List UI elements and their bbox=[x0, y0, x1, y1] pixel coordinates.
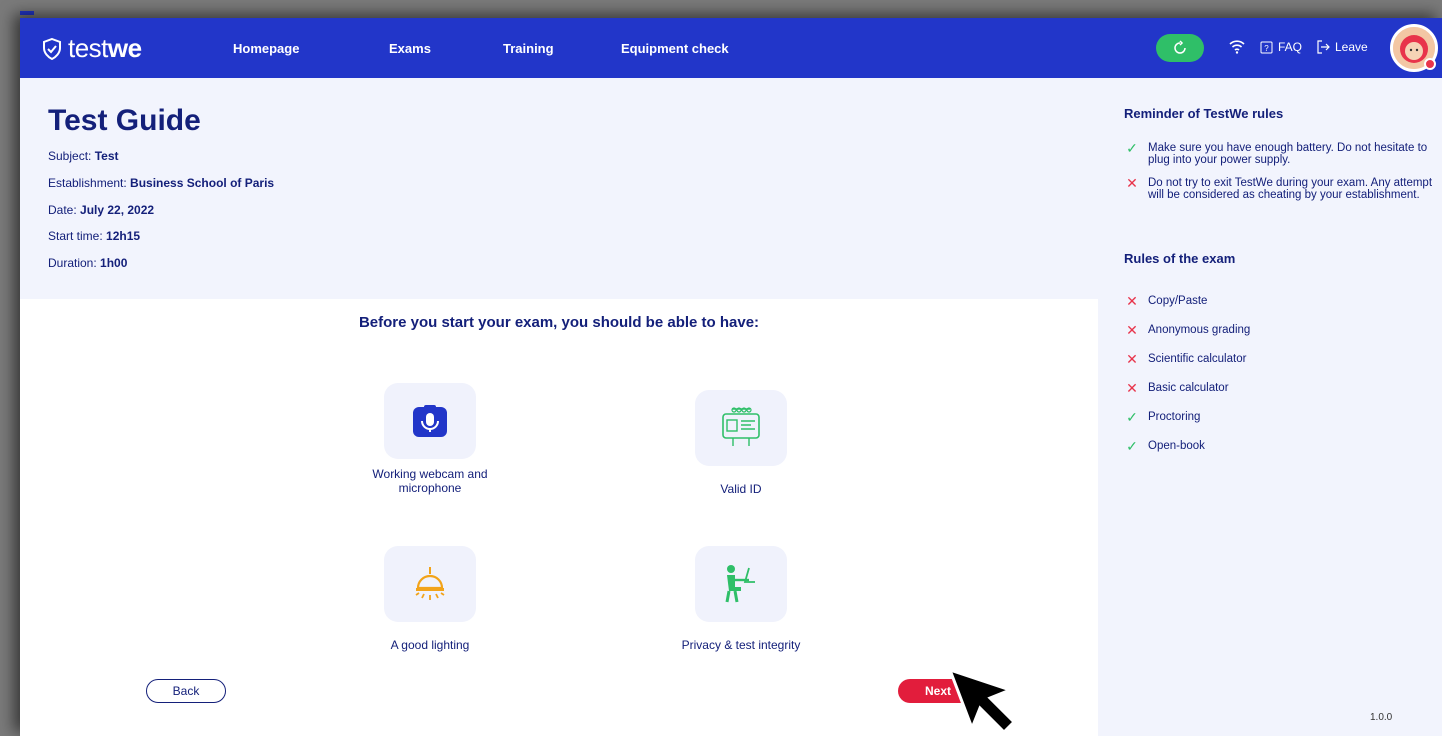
mouse-cursor-icon bbox=[948, 668, 1017, 735]
leave-label: Leave bbox=[1335, 40, 1368, 54]
rule-text: Proctoring bbox=[1148, 411, 1201, 423]
help-icon: ? bbox=[1260, 41, 1273, 53]
subject-value: Test bbox=[94, 149, 119, 163]
establishment-line: Establishment: Business School of Paris bbox=[48, 176, 274, 190]
leave-link[interactable]: Leave bbox=[1316, 40, 1368, 54]
rules-sidebar: Reminder of TestWe rules ✓ Make sure you… bbox=[1098, 78, 1442, 736]
app-window: testwe Homepage Exams Training Equipment… bbox=[20, 18, 1442, 736]
id-card-icon bbox=[695, 390, 787, 466]
top-navigation-bar: testwe Homepage Exams Training Equipment… bbox=[20, 18, 1442, 78]
duration-label: Duration: bbox=[48, 256, 101, 270]
check-icon: ✓ bbox=[1126, 438, 1138, 454]
avatar-status-dot bbox=[1424, 58, 1436, 70]
rule-item: ✓ Proctoring bbox=[1124, 409, 1436, 425]
app-version: 1.0.0 bbox=[1370, 712, 1393, 723]
rule-text: Basic calculator bbox=[1148, 382, 1229, 394]
requirement-lighting-label: A good lighting bbox=[390, 638, 470, 652]
establishment-value: Business School of Paris bbox=[130, 176, 275, 190]
date-line: Date: July 22, 2022 bbox=[48, 203, 154, 217]
reminder-text: Do not try to exit TestWe during your ex… bbox=[1148, 177, 1433, 201]
rule-text: Copy/Paste bbox=[1148, 295, 1208, 307]
reminder-item: ✕ Do not try to exit TestWe during your … bbox=[1124, 175, 1436, 201]
cross-icon: ✕ bbox=[1126, 322, 1138, 338]
rule-text: Open-book bbox=[1148, 440, 1205, 452]
page-title: Test Guide bbox=[48, 104, 201, 137]
check-icon: ✓ bbox=[1126, 140, 1138, 156]
duration-value: 1h00 bbox=[100, 256, 128, 270]
nav-equipment-check[interactable]: Equipment check bbox=[621, 41, 729, 56]
test-guide-panel: Test Guide Subject: Test Establishment: … bbox=[20, 78, 1098, 299]
svg-text:?: ? bbox=[1264, 44, 1269, 53]
subject-label: Subject: bbox=[48, 149, 95, 163]
rule-item: ✕ Copy/Paste bbox=[1124, 293, 1436, 309]
requirement-lighting: A good lighting bbox=[350, 546, 510, 652]
wifi-icon bbox=[1229, 40, 1245, 54]
rules-title: Rules of the exam bbox=[1124, 251, 1236, 266]
window-corner-mark bbox=[20, 11, 34, 15]
lamp-icon bbox=[384, 546, 476, 622]
reminder-item: ✓ Make sure you have enough battery. Do … bbox=[1124, 140, 1436, 166]
nav-training[interactable]: Training bbox=[503, 41, 554, 56]
cross-icon: ✕ bbox=[1126, 351, 1138, 367]
start-time-line: Start time: 12h15 bbox=[48, 229, 140, 243]
requirement-privacy-label: Privacy & test integrity bbox=[681, 638, 801, 652]
rule-item: ✕ Anonymous grading bbox=[1124, 322, 1436, 338]
reminder-title: Reminder of TestWe rules bbox=[1124, 106, 1284, 121]
reminder-text: Make sure you have enough battery. Do no… bbox=[1148, 142, 1428, 166]
requirement-webcam-label: Working webcam and microphone bbox=[372, 467, 488, 495]
person-at-desk-icon bbox=[695, 546, 787, 622]
cross-icon: ✕ bbox=[1126, 175, 1138, 191]
nav-homepage[interactable]: Homepage bbox=[233, 41, 299, 56]
faq-label: FAQ bbox=[1278, 40, 1303, 54]
nav-exams[interactable]: Exams bbox=[389, 41, 431, 56]
duration-line: Duration: 1h00 bbox=[48, 256, 127, 270]
rule-item: ✕ Scientific calculator bbox=[1124, 351, 1436, 367]
subject-line: Subject: Test bbox=[48, 149, 119, 163]
date-value: July 22, 2022 bbox=[80, 203, 155, 217]
cross-icon: ✕ bbox=[1126, 380, 1138, 396]
logout-icon bbox=[1317, 40, 1330, 54]
cross-icon: ✕ bbox=[1126, 293, 1138, 309]
requirement-privacy: Privacy & test integrity bbox=[661, 546, 821, 652]
rule-text: Anonymous grading bbox=[1148, 324, 1251, 336]
establishment-label: Establishment: bbox=[48, 176, 131, 190]
start-time-label: Start time: bbox=[48, 229, 107, 243]
check-icon: ✓ bbox=[1126, 409, 1138, 425]
date-label: Date: bbox=[48, 203, 81, 217]
rule-item: ✕ Basic calculator bbox=[1124, 380, 1436, 396]
requirement-webcam: Working webcam and microphone bbox=[350, 383, 510, 495]
requirement-valid-id-label: Valid ID bbox=[720, 482, 762, 496]
webcam-microphone-icon bbox=[384, 383, 476, 459]
rule-item: ✓ Open-book bbox=[1124, 438, 1436, 454]
sync-icon bbox=[1174, 40, 1186, 54]
sync-button[interactable] bbox=[1156, 34, 1204, 62]
back-button[interactable]: Back bbox=[146, 679, 226, 703]
requirement-valid-id: Valid ID bbox=[661, 390, 821, 496]
requirements-heading: Before you start your exam, you should b… bbox=[358, 314, 760, 331]
start-time-value: 12h15 bbox=[106, 229, 141, 243]
rule-text: Scientific calculator bbox=[1148, 353, 1247, 365]
faq-link[interactable]: ? FAQ bbox=[1260, 40, 1302, 54]
